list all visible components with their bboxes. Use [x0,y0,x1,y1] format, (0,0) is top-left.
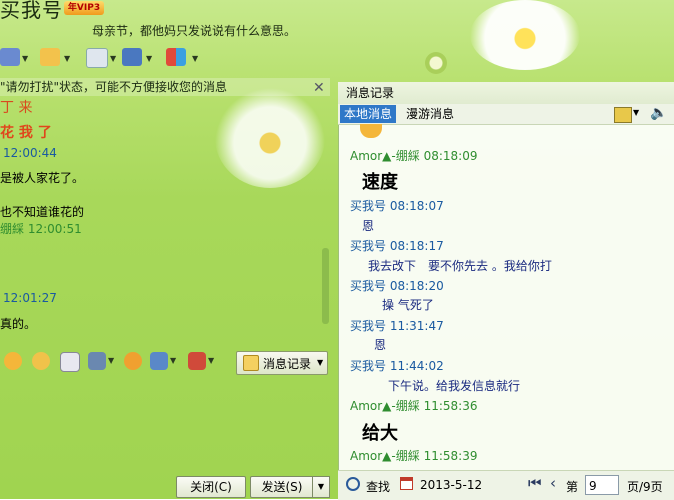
shake-icon[interactable] [60,352,80,372]
message-header: Amor▲-绷綵 08:18:09 [350,147,477,164]
message-time: 08:18:09 [423,149,478,163]
microphone-icon[interactable] [0,48,20,66]
emoji-icon[interactable] [4,352,22,370]
history-icon [243,355,259,371]
tab-roaming-messages[interactable]: 漫游消息 [402,105,458,123]
history-panel-title: 消息记录 [346,86,395,100]
message-sender: Amor▲-绷綵 [350,449,420,463]
music-icon[interactable] [124,352,142,370]
file-transfer-icon[interactable] [40,48,60,66]
message-sender: 买我号 [350,199,387,213]
add-app-icon[interactable] [86,48,108,68]
chat-line: 是被人家花了。 [0,171,85,185]
message-history-label: 消息记录 [263,357,312,371]
top-toolbar: ▼ ▼ ▼ ▼ ▼ [0,44,330,74]
message-header: 买我号 11:31:47 [350,317,444,334]
close-icon[interactable]: ✕ [313,80,325,96]
contact-signature: 母亲节，都他妈只发说说有什么意思。 [92,24,297,38]
gift-icon[interactable] [188,352,206,370]
chevron-down-icon[interactable]: ▼ [108,356,114,365]
message-header: 买我号 08:18:07 [350,197,444,214]
search-icon[interactable] [346,477,360,491]
chevron-down-icon[interactable]: ▼ [22,54,28,63]
chevron-down-icon[interactable]: ▼ [208,356,214,365]
message-history-button[interactable]: 消息记录 ▼ [236,351,328,375]
message-text: 下午说。给我发信息就行 [388,379,521,393]
message-text: 给大 [362,423,398,444]
calendar-icon[interactable] [400,477,413,490]
apps-grid-icon[interactable] [166,48,186,66]
chevron-down-icon[interactable]: ▼ [633,108,639,117]
contact-name: 买我号 [0,0,63,22]
message-header: 买我号 11:44:02 [350,357,444,374]
message-sender: Amor▲-绷綵 [350,399,420,413]
message-sender: 买我号 [350,239,387,253]
find-button[interactable]: 查找 [366,478,390,495]
history-message-list: Amor▲-绷綵 08:18:09 速度 买我号 08:18:07 恩 买我号 … [338,124,674,468]
message-text: 恩 [374,338,387,352]
message-sender: 买我号 [350,279,387,293]
send-button[interactable]: 发送(S) [250,476,314,498]
volume-icon[interactable]: 🔈 [650,105,667,121]
message-header: 买我号 08:18:20 [350,277,444,294]
chevron-down-icon: ▼ [317,358,324,367]
message-sender: Amor▲-绷綵 [350,149,420,163]
date-value[interactable]: 2013-5-12 [420,478,482,492]
chat-timestamp: 12:00:44 [3,146,57,160]
image-icon[interactable] [88,352,106,370]
history-pager-bar: 查找 2013-5-12 ⏮ ‹ 第 9 页/9页 [338,470,674,500]
message-sender: 买我号 [350,359,387,373]
chevron-down-icon[interactable]: ▼ [192,54,198,63]
page-suffix: 页/9页 [627,480,663,494]
message-header: Amor▲-绷綵 11:58:36 [350,397,477,414]
screenshot-icon[interactable] [150,352,168,370]
message-time: 11:58:39 [423,449,478,463]
history-tabs: 本地消息 漫游消息 ▼ 🔈 [338,104,674,125]
message-text: 速度 [362,172,398,193]
chevron-down-icon[interactable]: ▼ [110,54,116,63]
message-time: 11:31:47 [389,319,444,333]
message-time: 11:44:02 [389,359,444,373]
tab-local-messages[interactable]: 本地消息 [340,105,397,123]
message-header: 买我号 08:18:17 [350,237,444,254]
chevron-down-icon[interactable]: ▼ [170,356,176,365]
chevron-down-icon[interactable]: ▼ [146,54,152,63]
status-notice: "请勿打扰"状态，可能不方便接收您的消息 [0,78,330,96]
emoji-icon [360,124,382,138]
chat-line: 真的。 [0,317,37,331]
message-time: 08:18:20 [389,279,444,293]
history-panel-title-bar: 消息记录 [338,82,674,104]
chevron-down-icon[interactable]: ▼ [64,54,70,63]
bud-decoration-icon [425,52,447,74]
message-text: 我去改下 要不你先去 。我给你打 [368,259,552,273]
export-icon[interactable] [614,107,632,123]
chat-timestamp: 12:01:27 [3,291,57,305]
screen-share-icon[interactable] [122,48,142,66]
flower-decoration-icon [215,88,325,188]
chat-line: 花 我 了 [0,125,52,141]
message-text: 操 气死了 [382,298,434,312]
message-time: 11:58:36 [423,399,478,413]
chat-scrollbar[interactable] [322,248,329,324]
message-text: 恩 [362,219,375,233]
magic-emoji-icon[interactable] [32,352,50,370]
vip-badge: 年VIP3 [64,1,104,15]
chat-timestamp: 绷綵 12:00:51 [0,222,82,236]
flower-decoration-icon [470,0,580,70]
message-time: 08:18:07 [389,199,444,213]
message-time: 08:18:17 [389,239,444,253]
prev-page-icon[interactable]: ‹ [550,474,556,492]
chat-line: 丁 来 [0,100,33,116]
send-options-button[interactable]: ▼ [312,476,330,498]
page-prefix: 第 [566,480,579,494]
message-header: Amor▲-绷綵 11:58:39 [350,447,477,464]
chat-line: 也不知道谁花的 [0,205,85,219]
close-button[interactable]: 关闭(C) [176,476,246,498]
message-sender: 买我号 [350,319,387,333]
first-page-icon[interactable]: ⏮ [528,474,542,492]
page-number-input[interactable]: 9 [585,475,619,495]
